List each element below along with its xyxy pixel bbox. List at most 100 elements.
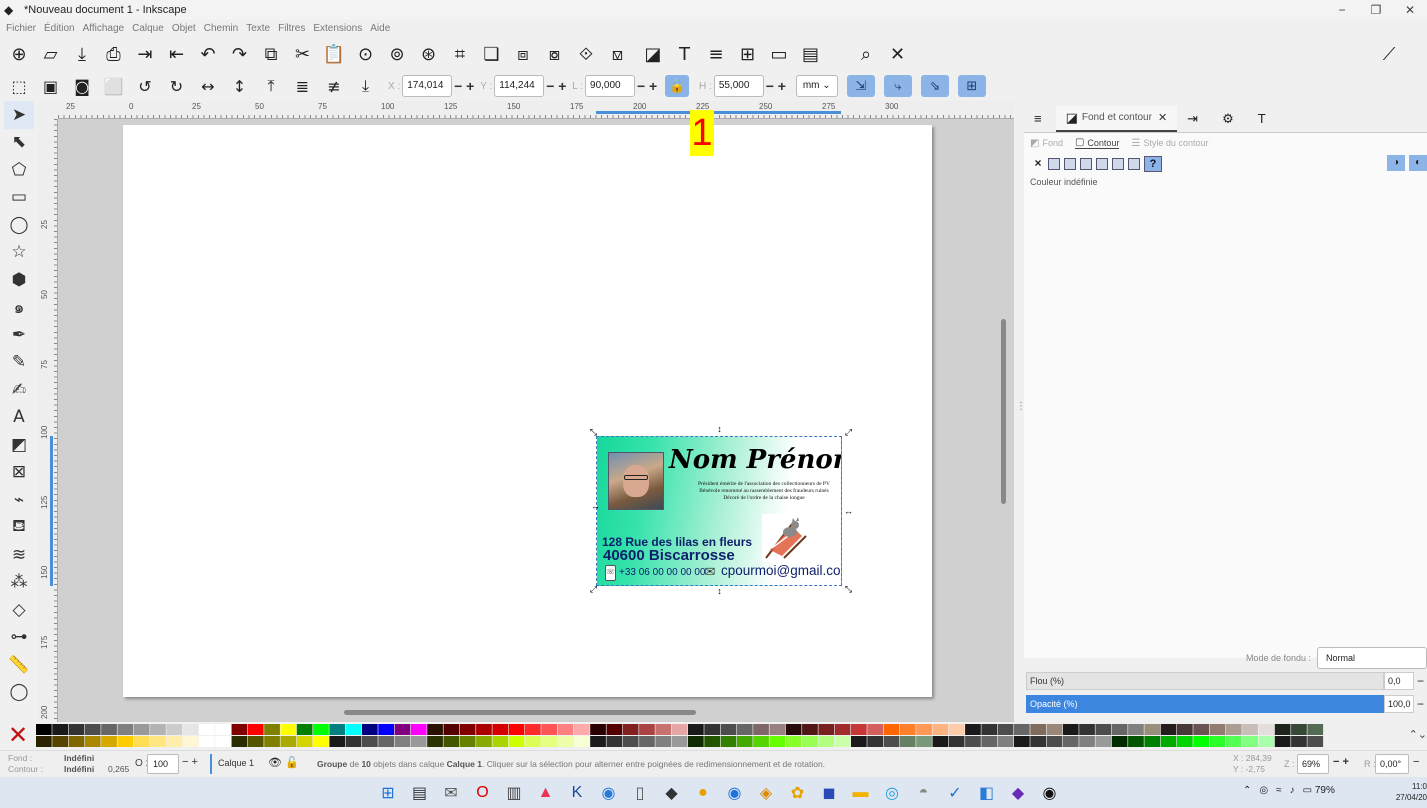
color-swatch[interactable] [68, 724, 85, 735]
color-swatch[interactable] [296, 724, 313, 735]
rotation-input[interactable]: 0,00° [1375, 754, 1409, 774]
menu-help[interactable]: Aide [370, 23, 390, 34]
height-plus-button[interactable]: + [776, 78, 788, 94]
text-tool[interactable]: A [4, 404, 34, 432]
raise-icon[interactable]: ≣ [290, 73, 316, 99]
color-swatch[interactable] [655, 736, 672, 747]
fill-rule-evenodd-button[interactable]: ◑ [1387, 155, 1405, 171]
tab-text[interactable]: T [1248, 106, 1280, 132]
color-swatch[interactable] [1242, 724, 1258, 735]
color-swatch[interactable] [1209, 724, 1226, 735]
color-swatch[interactable] [459, 736, 476, 747]
color-swatch[interactable] [916, 724, 932, 735]
color-swatch[interactable] [1160, 724, 1177, 735]
redo-icon[interactable]: ↷ [227, 41, 253, 67]
menu-filters[interactable]: Filtres [278, 23, 305, 34]
tweak-tool[interactable]: ≋ [4, 541, 34, 569]
vertical-scrollbar[interactable] [1001, 319, 1006, 504]
color-swatch[interactable] [573, 736, 590, 747]
color-swatch[interactable] [52, 736, 68, 747]
color-swatch[interactable] [150, 724, 166, 735]
tab-fill-stroke[interactable]: ◪ Fond et contour ✕ [1055, 105, 1178, 132]
folder-icon[interactable]: ▬ [847, 781, 875, 805]
color-swatch[interactable] [1274, 736, 1291, 747]
network-icon[interactable]: ◎ [1259, 785, 1268, 796]
fill-stroke-icon[interactable]: ◪ [640, 41, 666, 67]
undo-icon[interactable]: ↶ [195, 41, 221, 67]
color-swatch[interactable] [280, 736, 297, 747]
zoom-stepper[interactable]: − + [1333, 756, 1349, 768]
width-minus-button[interactable]: − [635, 78, 647, 94]
color-swatch[interactable] [394, 724, 411, 735]
rectangle-tool[interactable]: ▭ [4, 184, 34, 212]
color-swatch[interactable] [345, 724, 362, 735]
color-swatch[interactable] [1177, 736, 1193, 747]
rotation-minus-button[interactable]: − [1413, 756, 1419, 768]
color-swatch[interactable] [997, 724, 1014, 735]
color-swatch[interactable] [867, 724, 883, 735]
color-swatch[interactable] [639, 724, 655, 735]
subtab-stroke[interactable]: ▢ Contour [1074, 137, 1120, 149]
color-swatch[interactable] [525, 724, 541, 735]
color-swatch[interactable] [1111, 736, 1128, 747]
lock-ratio-button[interactable]: 🔒 [665, 75, 690, 97]
color-swatch[interactable] [899, 736, 916, 747]
color-swatch[interactable] [1274, 724, 1291, 735]
color-swatch[interactable] [459, 724, 476, 735]
deselect-icon[interactable]: ⬜ [101, 73, 127, 99]
mesh-tool[interactable]: ⊠ [4, 459, 34, 487]
k-app-icon[interactable]: K [563, 781, 591, 805]
group-icon[interactable]: ⟐ [573, 41, 599, 67]
color-swatch[interactable] [492, 736, 509, 747]
menu-file[interactable]: Fichier [6, 23, 36, 34]
zoom-drawing-icon[interactable]: ⊚ [384, 41, 410, 67]
color-swatch[interactable] [427, 736, 443, 747]
obs-icon[interactable]: ◉ [1036, 781, 1064, 805]
zoom-tool[interactable]: ◯ [4, 679, 34, 707]
gradient-tool[interactable]: ◩ [4, 431, 34, 459]
color-swatch[interactable] [378, 736, 394, 747]
color-swatch[interactable] [541, 724, 557, 735]
color-swatch[interactable] [166, 736, 183, 747]
color-swatch[interactable] [1014, 736, 1030, 747]
node-tool[interactable]: ⬉ [4, 129, 34, 157]
library-icon[interactable]: ▥ [500, 781, 528, 805]
text-font-icon[interactable]: T [672, 41, 698, 67]
color-swatch[interactable] [720, 724, 737, 735]
layer-visibility-icon[interactable]: 👁 🔓 [268, 756, 299, 769]
color-swatch[interactable] [948, 724, 965, 735]
scale-handle-right[interactable]: ↔ [844, 507, 853, 516]
color-swatch[interactable] [769, 736, 786, 747]
lower-to-bottom-icon[interactable]: ⤓ [353, 73, 379, 99]
color-swatch[interactable] [1128, 736, 1144, 747]
color-swatch[interactable] [378, 724, 394, 735]
ellipse-tool[interactable]: ◯ [4, 211, 34, 239]
color-swatch[interactable] [1014, 724, 1030, 735]
color-swatch[interactable] [557, 724, 574, 735]
pattern-button[interactable] [1112, 158, 1124, 170]
color-swatch[interactable] [867, 736, 883, 747]
purple-app-icon[interactable]: ◆ [1004, 781, 1032, 805]
tab-align[interactable]: ≡ [1024, 106, 1056, 132]
scale-handle-left[interactable]: ↔ [591, 502, 600, 511]
color-swatch[interactable] [557, 736, 574, 747]
color-swatch[interactable] [1079, 724, 1095, 735]
flip-vertical-icon[interactable]: ↕ [227, 73, 253, 99]
color-swatch[interactable] [948, 736, 965, 747]
zoom-input[interactable]: 69% [1297, 754, 1329, 774]
x-minus-button[interactable]: − [452, 78, 464, 94]
task-view-icon[interactable]: ▤ [406, 781, 434, 805]
blur-slider[interactable]: Flou (%) [1026, 672, 1384, 690]
spiral-tool[interactable]: ๑ [4, 294, 34, 322]
gauge-icon[interactable]: ◓ [910, 781, 938, 805]
color-swatch[interactable] [1242, 736, 1258, 747]
color-swatch[interactable] [247, 724, 264, 735]
minimize-button[interactable]: − [1325, 0, 1359, 20]
color-swatch[interactable] [247, 736, 264, 747]
pencil-tool[interactable]: ✎ [4, 349, 34, 377]
unset-paint-button[interactable]: ? [1144, 156, 1162, 172]
color-swatch[interactable] [1030, 724, 1046, 735]
color-swatch[interactable] [1128, 724, 1144, 735]
windows-start-icon[interactable]: ⊞ [374, 781, 402, 805]
color-swatch[interactable] [1046, 736, 1063, 747]
